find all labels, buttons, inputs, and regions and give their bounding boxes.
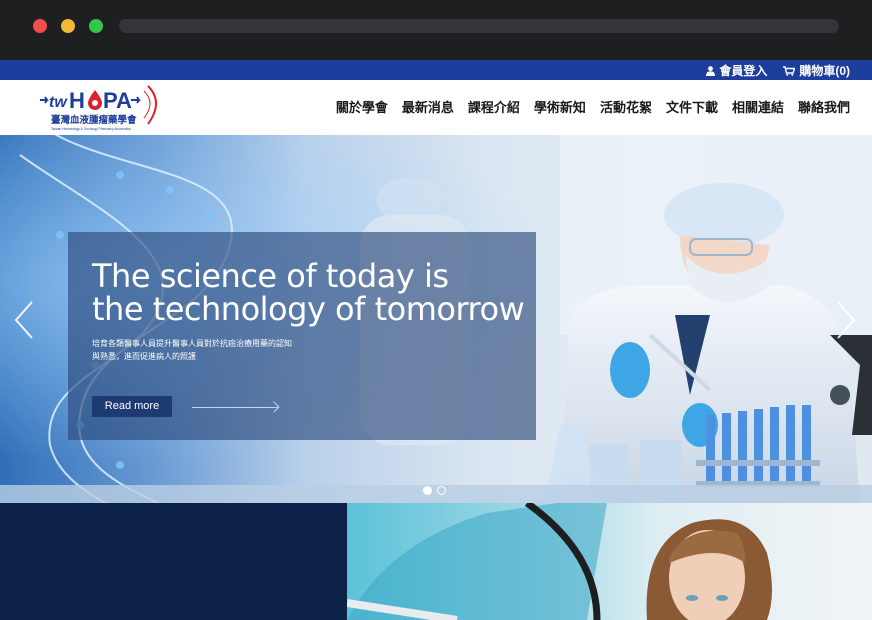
cart-icon xyxy=(783,65,796,76)
read-more-button[interactable]: Read more xyxy=(92,396,172,417)
nav-courses[interactable]: 課程介紹 xyxy=(468,97,520,116)
hero-title: The science of today is the technology o… xyxy=(92,260,532,326)
hero-subtitle-line-1: 培育各類醫事人員提升醫事人員對於抗癌治療用藥的認知 xyxy=(92,339,292,348)
cart-link[interactable]: 購物車(0) xyxy=(783,62,850,79)
arrow-right-icon xyxy=(268,401,280,413)
slider-dot-1[interactable] xyxy=(423,486,432,495)
chevron-right-icon xyxy=(837,301,856,339)
feature-image xyxy=(347,503,872,620)
nav-contact[interactable]: 聯絡我們 xyxy=(798,97,850,116)
doctor-photo xyxy=(347,503,772,620)
hero-subtitle: 培育各類醫事人員提升醫事人員對於抗癌治療用藥的認知 與熟悉，進而促進病人的照護 xyxy=(92,337,352,363)
hero-caption-panel: The science of today is the technology o… xyxy=(68,232,536,440)
nav-gallery[interactable]: 活動花絮 xyxy=(600,97,652,116)
chevron-left-icon xyxy=(14,301,33,339)
slider-next-button[interactable] xyxy=(834,300,858,340)
hero-subtitle-line-2: 與熟悉，進而促進病人的照護 xyxy=(92,352,196,361)
slider-prev-button[interactable] xyxy=(12,300,36,340)
twhopa-logo-icon: tw H PA 臺灣血液腫瘤藥學會 Taiwan Hematology & On… xyxy=(40,85,157,131)
primary-nav: 關於學會 最新消息 課程介紹 學術新知 活動花絮 文件下載 相關連結 聯絡我們 xyxy=(336,97,850,116)
maximize-window-dot[interactable] xyxy=(89,19,103,33)
address-bar[interactable] xyxy=(119,19,839,33)
svg-text:tw: tw xyxy=(49,94,68,111)
nav-about[interactable]: 關於學會 xyxy=(336,97,388,116)
top-utility-bar: 會員登入 購物車(0) xyxy=(0,60,872,80)
user-icon xyxy=(706,65,716,76)
logo-english-name: Taiwan Hematology & Oncology Pharmacy As… xyxy=(51,127,131,131)
browser-chrome xyxy=(0,0,872,60)
member-login-link[interactable]: 會員登入 xyxy=(706,62,767,79)
member-login-label: 會員登入 xyxy=(719,64,768,78)
hero-title-line-1: The science of today is xyxy=(92,257,449,295)
nav-news[interactable]: 最新消息 xyxy=(402,97,454,116)
logo-chinese-name: 臺灣血液腫瘤藥學會 xyxy=(51,114,137,126)
hero-title-line-2: the technology of tomorrow xyxy=(92,290,525,328)
main-navbar: tw H PA 臺灣血液腫瘤藥學會 Taiwan Hematology & On… xyxy=(0,80,872,135)
dark-info-panel xyxy=(0,503,347,620)
nav-downloads[interactable]: 文件下載 xyxy=(666,97,718,116)
site-logo[interactable]: tw H PA 臺灣血液腫瘤藥學會 Taiwan Hematology & On… xyxy=(38,84,168,132)
minimize-window-dot[interactable] xyxy=(61,19,75,33)
nav-academic[interactable]: 學術新知 xyxy=(534,97,586,116)
svg-text:PA: PA xyxy=(103,88,132,113)
nav-links[interactable]: 相關連結 xyxy=(732,97,784,116)
slider-dot-2[interactable] xyxy=(437,486,446,495)
svg-text:H: H xyxy=(69,88,85,113)
close-window-dot[interactable] xyxy=(33,19,47,33)
slider-pagination xyxy=(423,486,446,495)
read-more-line xyxy=(192,407,278,408)
cart-label: 購物車(0) xyxy=(799,64,850,78)
hero-slider: The science of today is the technology o… xyxy=(0,135,872,503)
